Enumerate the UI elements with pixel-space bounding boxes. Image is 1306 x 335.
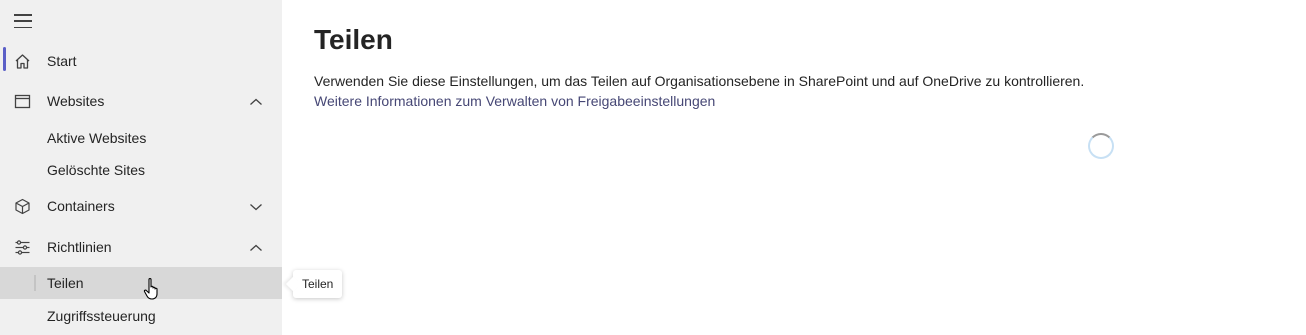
page-title: Teilen bbox=[314, 24, 393, 55]
sidebar-subitem-teilen[interactable]: Teilen bbox=[0, 267, 282, 299]
hamburger-menu-icon[interactable] bbox=[14, 14, 32, 28]
tooltip-text: Teilen bbox=[302, 277, 334, 291]
selection-marker bbox=[34, 275, 36, 291]
home-icon bbox=[14, 53, 31, 70]
sidebar-subitem-zugriffssteuerung[interactable]: Zugriffssteuerung bbox=[0, 300, 282, 332]
sidebar-item-start[interactable]: Start bbox=[0, 44, 282, 78]
chevron-up-icon bbox=[249, 95, 263, 107]
sidebar-subitem-label: Aktive Websites bbox=[47, 130, 147, 146]
cube-icon bbox=[14, 198, 31, 215]
hand-cursor-icon bbox=[143, 277, 163, 301]
sidebar-item-label: Start bbox=[47, 53, 77, 69]
sidebar-item-label: Containers bbox=[47, 198, 115, 214]
sidebar-item-containers[interactable]: Containers bbox=[0, 189, 282, 223]
chevron-down-icon bbox=[249, 200, 263, 212]
tooltip: Teilen bbox=[285, 270, 343, 298]
sidebar-subitem-label: Gelöschte Sites bbox=[47, 162, 146, 178]
chevron-up-icon bbox=[249, 241, 263, 253]
sidebar-subitem-aktive-websites[interactable]: Aktive Websites bbox=[0, 122, 282, 154]
sidebar-item-websites[interactable]: Websites bbox=[0, 84, 282, 118]
sidebar-subitem-label: Teilen bbox=[47, 275, 84, 291]
sidebar: Start Websites Aktive Websites Gelöschte… bbox=[0, 0, 282, 335]
sidebar-subitem-geloeschte-sites[interactable]: Gelöschte Sites bbox=[0, 154, 282, 186]
sidebar-item-label: Websites bbox=[47, 93, 105, 109]
loading-spinner-icon bbox=[1088, 133, 1114, 159]
learn-more-link[interactable]: Weitere Informationen zum Verwalten von … bbox=[314, 93, 715, 109]
sidebar-subitem-label: Zugriffssteuerung bbox=[47, 308, 156, 324]
page-description: Verwenden Sie diese Einstellungen, um da… bbox=[314, 73, 1085, 89]
sidebar-item-richtlinien[interactable]: Richtlinien bbox=[0, 230, 282, 264]
main-content: Teilen Verwenden Sie diese Einstellungen… bbox=[282, 0, 1306, 335]
browser-window-icon bbox=[14, 93, 31, 110]
sliders-icon bbox=[14, 239, 31, 256]
sidebar-item-label: Richtlinien bbox=[47, 239, 112, 255]
